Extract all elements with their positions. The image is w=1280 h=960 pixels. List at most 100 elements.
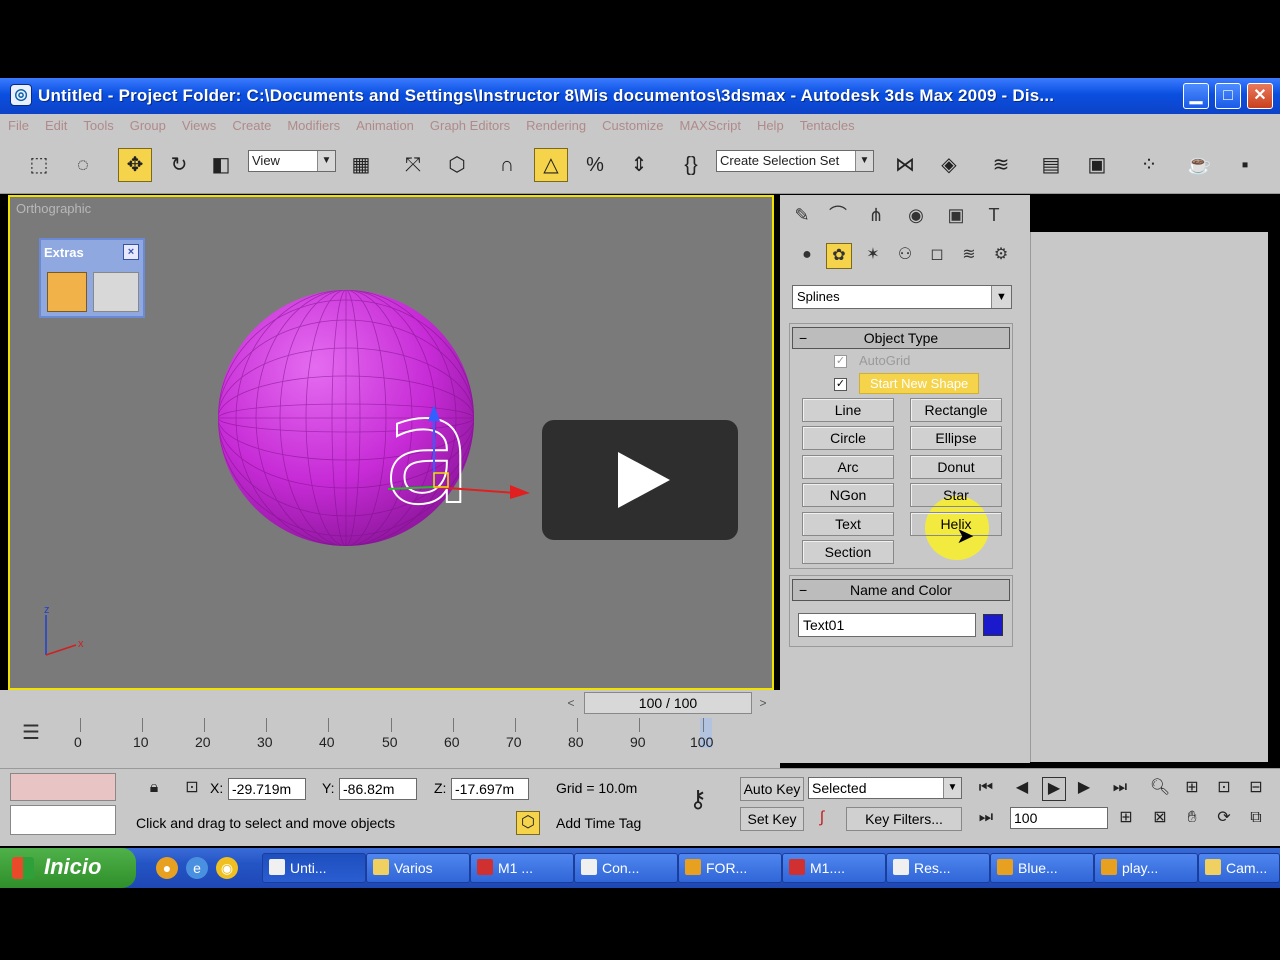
cameras-icon[interactable]: ⚇ [892, 243, 918, 269]
menu-rendering[interactable]: Rendering [518, 114, 594, 137]
start-button[interactable]: Inicio [0, 848, 136, 888]
time-tag-icon[interactable]: ⬡ [516, 811, 540, 835]
select-region-icon[interactable]: ◌ [66, 148, 100, 182]
minimize-button[interactable]: ▁ [1183, 83, 1209, 109]
chevron-left-icon[interactable]: < [562, 694, 580, 712]
spinner-snap-icon[interactable]: ⇕ [622, 148, 656, 182]
circle-button[interactable]: Circle [802, 426, 894, 450]
menu-tools[interactable]: Tools [75, 114, 121, 137]
percent-snap-icon[interactable]: % [578, 148, 612, 182]
play-icon[interactable]: ▶ [1042, 777, 1066, 801]
maximize-button[interactable]: □ [1215, 83, 1241, 109]
menu-edit[interactable]: Edit [37, 114, 75, 137]
time-configuration-icon[interactable]: ⊞ [1114, 807, 1138, 831]
mirror-icon[interactable]: ⋈ [888, 148, 922, 182]
current-frame-field[interactable]: 100 [1010, 807, 1108, 829]
snaps-toggle-icon[interactable]: ∩ [490, 148, 524, 182]
curve-editor-icon[interactable]: ▤ [1034, 148, 1068, 182]
taskbar-item[interactable]: Blue... [990, 853, 1094, 883]
menu-group[interactable]: Group [122, 114, 174, 137]
menu-customize[interactable]: Customize [594, 114, 671, 137]
menu-modifiers[interactable]: Modifiers [279, 114, 348, 137]
schematic-view-icon[interactable]: ▣ [1080, 148, 1114, 182]
video-play-button[interactable] [542, 420, 738, 540]
app-icon[interactable]: ◎ [10, 84, 32, 106]
utilities-tab-icon[interactable]: T [978, 201, 1010, 231]
menu-tentacles[interactable]: Tentacles [792, 114, 863, 137]
maxscript-listener-pink[interactable] [10, 773, 116, 801]
render-setup-icon[interactable]: ☕ [1182, 148, 1216, 182]
lock-icon[interactable]: 🔒︎ [142, 777, 166, 801]
keyboard-shortcut-icon[interactable]: ⬡ [440, 148, 474, 182]
name-and-color-header[interactable]: − Name and Color [792, 579, 1010, 601]
x-coordinate-field[interactable]: -29.719m [228, 778, 306, 800]
named-selection-dropdown[interactable]: Create Selection Set ▼ [716, 150, 874, 172]
time-slider[interactable]: < 100 / 100 > [0, 690, 780, 716]
previous-frame-icon[interactable]: ◀ [1010, 777, 1034, 801]
taskbar-item[interactable]: play... [1094, 853, 1198, 883]
default-in-out-tangent-icon[interactable]: ∫ [810, 807, 834, 831]
ngon-button[interactable]: NGon [802, 483, 894, 507]
ie-icon[interactable]: e [186, 857, 208, 879]
section-button[interactable]: Section [802, 540, 894, 564]
add-time-tag-button[interactable]: Add Time Tag [556, 815, 641, 831]
go-to-start-icon[interactable]: ⏮ [974, 777, 998, 801]
go-to-end-icon[interactable]: ⏭ [1108, 777, 1132, 801]
edit-named-selection-icon[interactable]: {} [674, 148, 708, 182]
select-and-rotate-icon[interactable]: ↻ [162, 148, 196, 182]
modify-tab-icon[interactable]: ⌒ [822, 201, 854, 231]
taskbar-item[interactable]: Unti... [262, 853, 366, 883]
menu-help[interactable]: Help [749, 114, 792, 137]
taskbar-item[interactable]: Varios [366, 853, 470, 883]
text-button[interactable]: Text [802, 512, 894, 536]
hierarchy-tab-icon[interactable]: ⋔ [860, 201, 892, 231]
arc-button[interactable]: Arc [802, 455, 894, 479]
taskbar-item[interactable]: Res... [886, 853, 990, 883]
next-frame-icon[interactable]: ▶ [1072, 777, 1096, 801]
maxscript-listener-white[interactable] [10, 805, 116, 835]
category-dropdown[interactable]: Splines ▼ [792, 285, 1012, 309]
menu-file[interactable]: File [0, 114, 37, 137]
select-and-move-icon[interactable]: ✥ [118, 148, 152, 182]
select-manipulate-icon[interactable]: ⤧ [396, 148, 430, 182]
menu-graph-editors[interactable]: Graph Editors [422, 114, 518, 137]
align-icon[interactable]: ◈ [932, 148, 966, 182]
display-tab-icon[interactable]: ▣ [940, 201, 972, 231]
pivot-center-icon[interactable]: ▦ [344, 148, 378, 182]
menu-maxscript[interactable]: MAXScript [672, 114, 749, 137]
helpers-icon[interactable]: ◻ [924, 243, 950, 269]
key-mode-toggle-icon[interactable]: ⏭ [974, 807, 998, 831]
chrome-icon[interactable]: ● [156, 857, 178, 879]
set-key-button[interactable]: Set Key [740, 807, 804, 831]
field-of-view-icon[interactable]: ⊠ [1148, 807, 1172, 831]
absolute-mode-icon[interactable]: ⊡ [180, 777, 204, 801]
close-icon[interactable]: × [123, 244, 139, 260]
text-shape-a[interactable]: a [381, 363, 475, 539]
layer-manager-icon[interactable]: ≋ [984, 148, 1018, 182]
autogrid-checkbox[interactable]: ✓ AutoGrid [834, 353, 910, 369]
space-warps-icon[interactable]: ≋ [956, 243, 982, 269]
array-icon[interactable] [93, 272, 139, 312]
pan-hand-icon[interactable]: ✋︎ [1180, 807, 1204, 831]
taskbar-item[interactable]: FOR... [678, 853, 782, 883]
zoom-extents-icon[interactable]: ⊡ [1212, 777, 1236, 801]
menu-animation[interactable]: Animation [348, 114, 422, 137]
rectangle-button[interactable]: Rectangle [910, 398, 1002, 422]
key-selection-dropdown[interactable]: Selected ▼ [808, 777, 962, 799]
taskbar-item[interactable]: M1 ... [470, 853, 574, 883]
select-and-scale-icon[interactable]: ◧ [204, 148, 238, 182]
key-filters-button[interactable]: Key Filters... [846, 807, 962, 831]
star-button[interactable]: Star [910, 483, 1002, 507]
shapes-icon[interactable]: ✿ [826, 243, 852, 269]
motion-tab-icon[interactable]: ◉ [900, 201, 932, 231]
reference-coordinate-dropdown[interactable]: View ▼ [248, 150, 336, 172]
zoom-extents-all-icon[interactable]: ⊟ [1244, 777, 1268, 801]
close-button[interactable]: ✕ [1247, 83, 1273, 109]
key-icon[interactable]: ⚷ [686, 788, 710, 813]
start-new-shape-checkbox[interactable]: ✓ Start New Shape [834, 373, 980, 394]
z-coordinate-field[interactable]: -17.697m [451, 778, 529, 800]
material-editor-icon[interactable]: ⁘ [1132, 148, 1166, 182]
menu-create[interactable]: Create [224, 114, 279, 137]
angle-snap-icon[interactable]: △ [534, 148, 568, 182]
track-bar[interactable]: ☰ 0 10 20 30 40 50 60 70 80 90 100 [0, 716, 780, 768]
